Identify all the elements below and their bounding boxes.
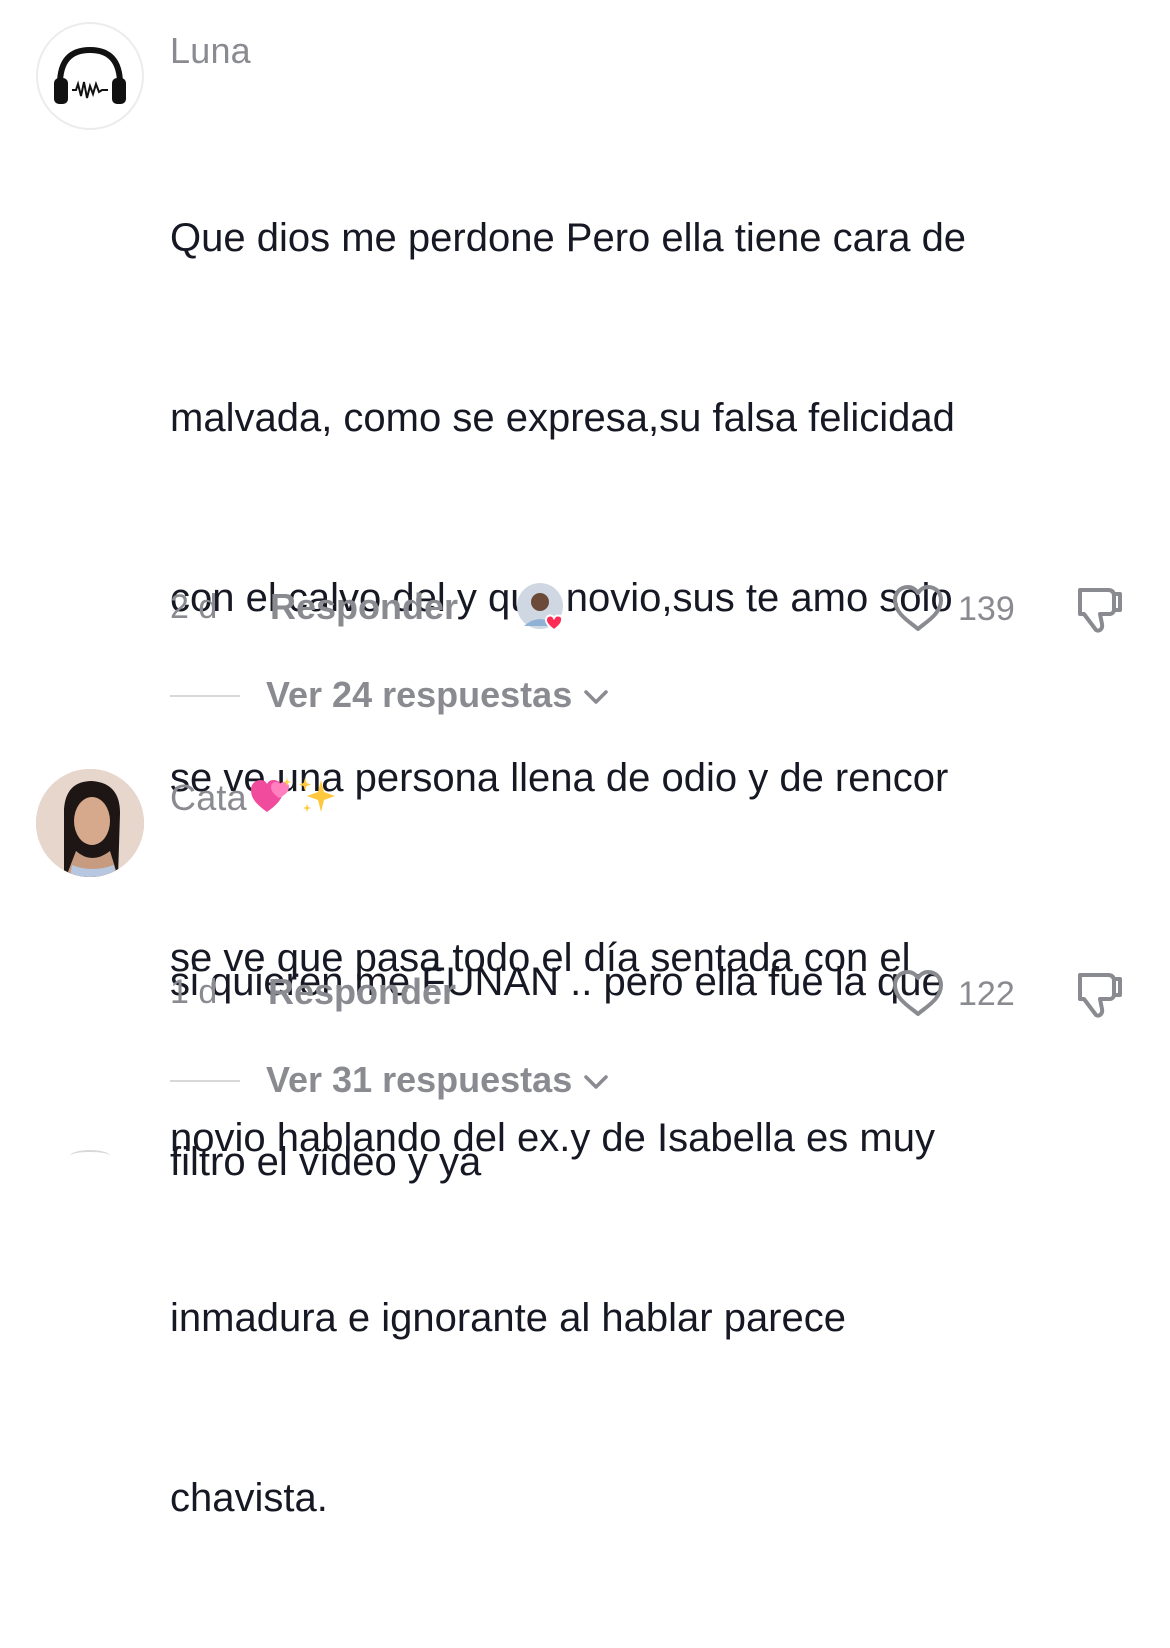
sparkles-icon: [295, 774, 339, 827]
avatar[interactable]: [36, 769, 144, 877]
reply-button[interactable]: Responder: [268, 971, 456, 1013]
view-replies-button[interactable]: Ver 24 respuestas: [170, 670, 670, 720]
comment-username[interactable]: Cata: [170, 774, 339, 827]
view-replies-button[interactable]: Ver 31 respuestas: [170, 1055, 670, 1105]
sparkling-heart-icon: [249, 776, 293, 825]
comment-text-line: filtro el vídeo y ya: [170, 1140, 482, 1184]
comment-username[interactable]: Luna: [170, 30, 251, 72]
like-count: 122: [958, 975, 1015, 1013]
comment-actions: 2 d Responder 139: [170, 582, 1130, 633]
chevron-down-icon: [584, 1075, 608, 1090]
like-count: 139: [958, 590, 1015, 628]
comment-time: 1 d: [170, 973, 218, 1011]
view-replies-label: Ver 24 respuestas: [266, 674, 610, 716]
heart-outline-icon: [893, 585, 943, 631]
comment-text-line: Que dios me perdone Pero ella tiene cara…: [170, 216, 967, 260]
comment-item: Cata si quieren me FUNAN .. pero ella fu…: [0, 760, 1170, 1184]
profile-photo: [36, 769, 144, 877]
comment-text-line: chavista.: [170, 1476, 328, 1520]
divider: [170, 695, 240, 697]
reply-button[interactable]: Responder: [270, 586, 458, 628]
view-replies-label: Ver 31 respuestas: [266, 1059, 610, 1101]
comment-item: Luna Que dios me perdone Pero ella tiene…: [0, 0, 1170, 1520]
dislike-button[interactable]: [1070, 582, 1126, 638]
dislike-button[interactable]: [1070, 967, 1126, 1023]
next-comment-avatar: [70, 1150, 110, 1162]
creator-liked-badge: [516, 582, 572, 638]
headphones-icon: [54, 46, 126, 104]
comment-text-line: malvada, como se expresa,su falsa felici…: [170, 396, 955, 440]
avatar[interactable]: [36, 22, 144, 130]
thumbs-down-icon: [1078, 973, 1122, 1018]
comment-time: 2 d: [170, 588, 218, 626]
comment-actions: 1 d Responder 122: [170, 967, 1130, 1018]
chevron-down-icon: [584, 690, 608, 705]
divider: [170, 1080, 240, 1082]
creator-avatar-icon: [517, 583, 564, 632]
heart-outline-icon: [893, 970, 943, 1016]
thumbs-down-icon: [1078, 588, 1122, 633]
